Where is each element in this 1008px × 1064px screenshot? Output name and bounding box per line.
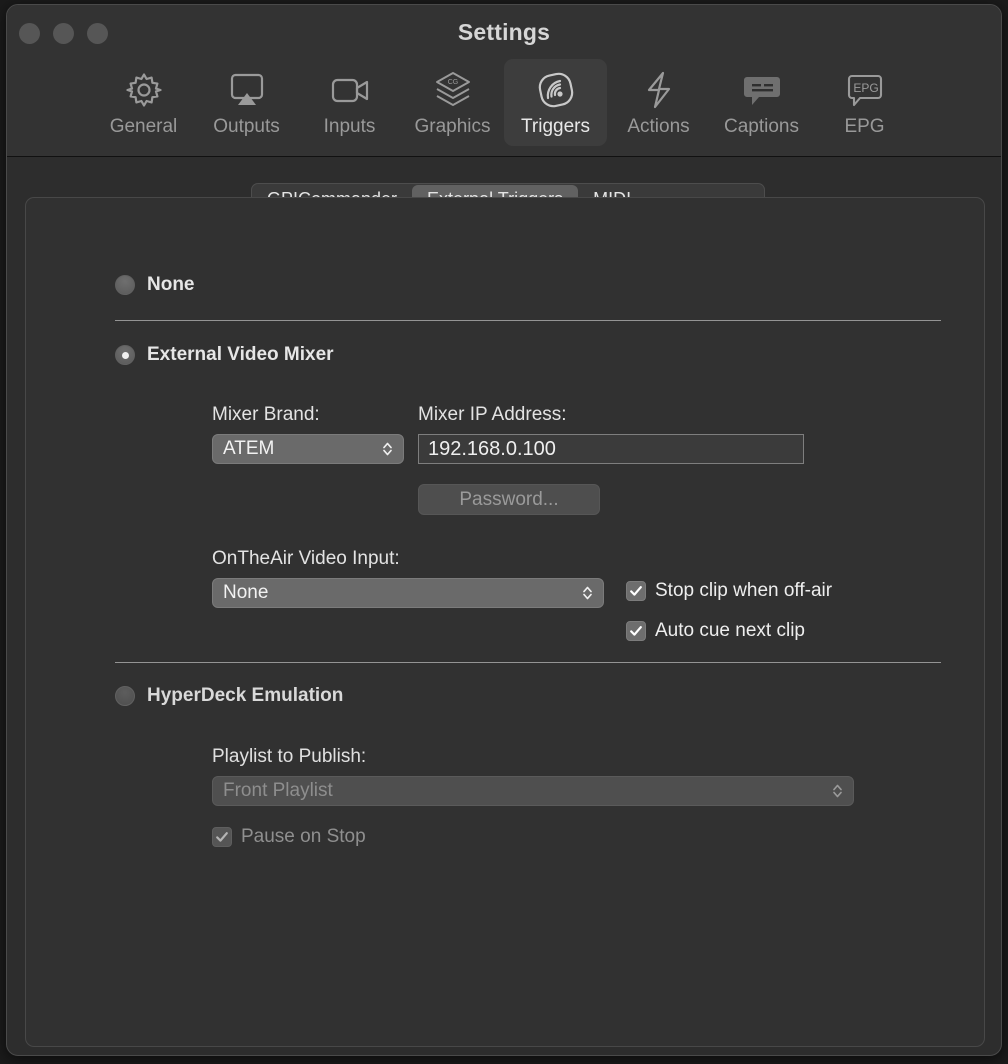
toolbar-item-outputs[interactable]: Outputs — [195, 59, 298, 146]
trigger-wave-icon — [534, 66, 578, 114]
toolbar-item-general[interactable]: General — [92, 59, 195, 146]
titlebar: Settings General Outputs Inputs CG Graph… — [7, 5, 1001, 157]
chevron-updown-icon — [575, 585, 599, 601]
settings-window: Settings General Outputs Inputs CG Graph… — [6, 4, 1002, 1056]
checkbox-auto-cue-next-clip[interactable]: Auto cue next clip — [626, 620, 805, 642]
toolbar-item-label: EPG — [844, 116, 885, 137]
radio-hyperdeck-emulation-icon[interactable] — [115, 686, 135, 706]
playlist-select[interactable]: Front Playlist — [212, 776, 854, 806]
password-button[interactable]: Password... — [418, 484, 600, 515]
radio-option-hyperdeck-emulation[interactable]: HyperDeck Emulation — [115, 685, 343, 707]
playlist-label: Playlist to Publish: — [212, 746, 367, 767]
settings-panel: None External Video Mixer Mixer Brand: A… — [25, 197, 985, 1047]
toolbar-item-label: Inputs — [323, 116, 376, 137]
checkbox-label: Auto cue next clip — [655, 620, 805, 641]
video-input-value: None — [223, 582, 269, 603]
separator-top — [115, 320, 941, 321]
chevron-updown-icon — [375, 441, 399, 457]
mixer-brand-select[interactable]: ATEM — [212, 434, 404, 464]
checkbox-pause-on-stop[interactable]: Pause on Stop — [212, 826, 366, 848]
radio-none-label: None — [147, 274, 195, 295]
playlist-value: Front Playlist — [223, 780, 333, 801]
toolbar-item-inputs[interactable]: Inputs — [298, 59, 401, 146]
mixer-ip-value: 192.168.0.100 — [428, 437, 556, 460]
video-camera-icon — [328, 66, 372, 114]
toolbar-item-epg[interactable]: EPG EPG — [813, 59, 916, 146]
toolbar-item-label: Outputs — [213, 116, 280, 137]
mixer-brand-value: ATEM — [223, 438, 275, 459]
radio-option-external-video-mixer[interactable]: External Video Mixer — [115, 344, 334, 366]
toolbar-item-triggers[interactable]: Triggers — [504, 59, 607, 146]
radio-hyperdeck-emulation-label: HyperDeck Emulation — [147, 685, 344, 706]
lightning-icon — [637, 66, 681, 114]
toolbar-item-label: Actions — [627, 116, 690, 137]
radio-none-icon[interactable] — [115, 275, 135, 295]
window-title: Settings — [457, 19, 551, 45]
toolbar-item-label: General — [109, 116, 178, 137]
password-button-label: Password... — [459, 488, 559, 510]
cg-layers-icon: CG — [431, 66, 475, 114]
toolbar-item-graphics[interactable]: CG Graphics — [401, 59, 504, 146]
checkmark-icon[interactable] — [626, 621, 646, 641]
epg-bubble-icon: EPG — [843, 66, 887, 114]
checkbox-label: Pause on Stop — [241, 826, 366, 847]
video-input-label: OnTheAir Video Input: — [212, 548, 400, 569]
radio-external-video-mixer-icon[interactable] — [115, 345, 135, 365]
airplay-icon — [225, 66, 269, 114]
mixer-ip-input[interactable]: 192.168.0.100 — [418, 434, 804, 464]
toolbar-item-label: Triggers — [521, 116, 590, 137]
chevron-updown-icon — [825, 783, 849, 799]
svg-text:CG: CG — [447, 79, 458, 86]
checkmark-icon[interactable] — [626, 581, 646, 601]
video-input-select[interactable]: None — [212, 578, 604, 608]
toolbar-item-captions[interactable]: Captions — [710, 59, 813, 146]
radio-external-video-mixer-label: External Video Mixer — [147, 344, 334, 365]
toolbar-item-actions[interactable]: Actions — [607, 59, 710, 146]
checkbox-stop-clip-when-off-air[interactable]: Stop clip when off-air — [626, 580, 832, 602]
mixer-ip-label: Mixer IP Address: — [418, 404, 567, 425]
toolbar: General Outputs Inputs CG Graphics Trigg… — [7, 59, 1001, 146]
separator-bottom — [115, 662, 941, 663]
caption-bubble-icon — [740, 66, 784, 114]
mixer-brand-label: Mixer Brand: — [212, 404, 320, 425]
svg-text:EPG: EPG — [853, 81, 878, 95]
gear-icon — [122, 66, 166, 114]
checkmark-icon[interactable] — [212, 827, 232, 847]
radio-option-none[interactable]: None — [115, 274, 195, 296]
toolbar-item-label: Graphics — [414, 116, 491, 137]
toolbar-item-label: Captions — [724, 116, 799, 137]
checkbox-label: Stop clip when off-air — [655, 580, 833, 601]
